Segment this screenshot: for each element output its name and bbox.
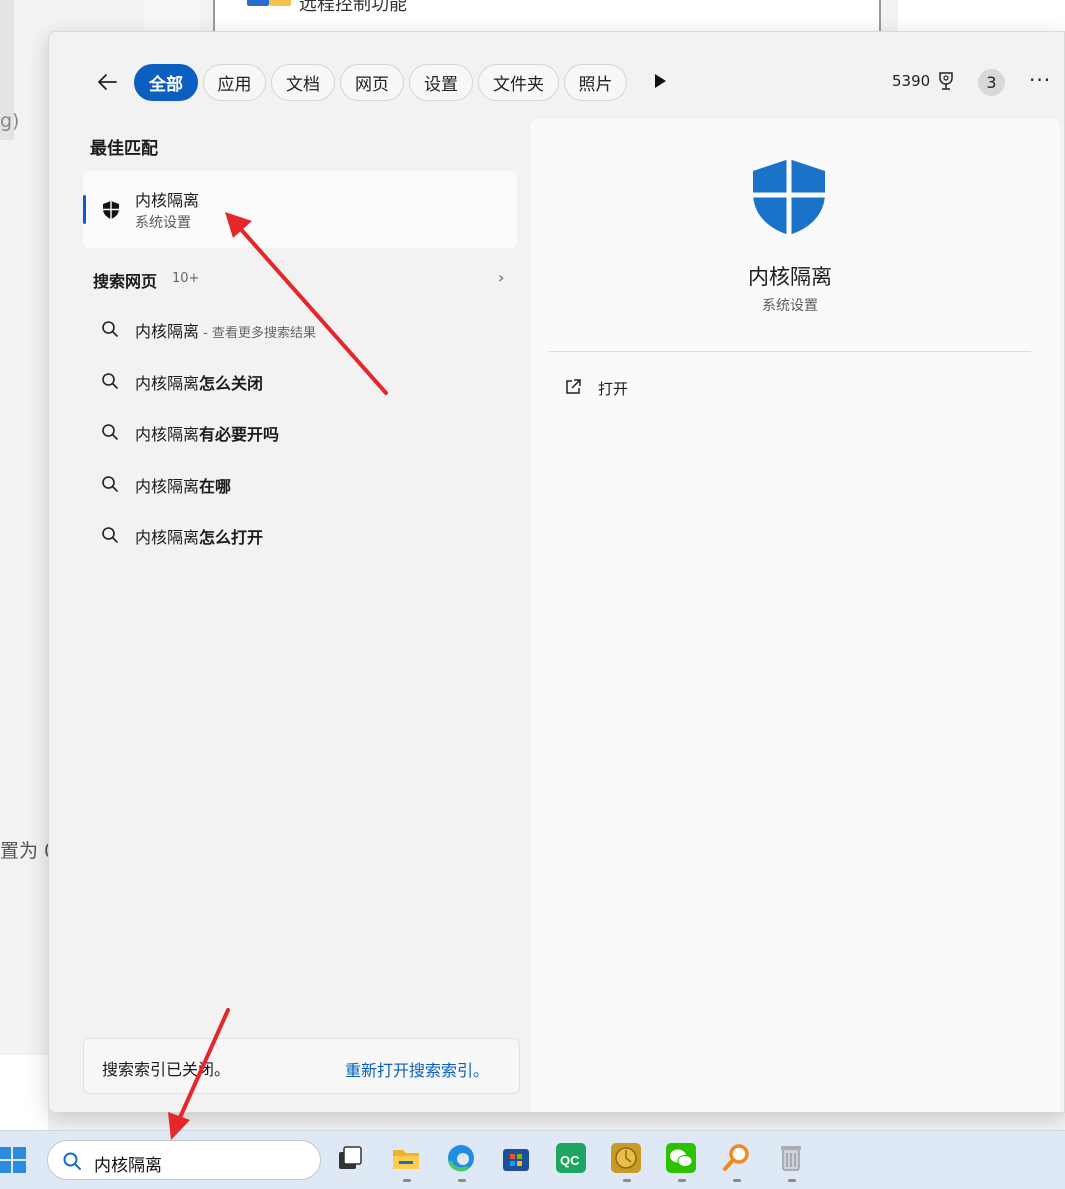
web-search-heading: 搜索网页 — [93, 272, 158, 291]
running-indicator — [458, 1179, 466, 1182]
search-icon — [102, 476, 118, 492]
best-match-item[interactable]: 内核隔离 系统设置 — [83, 171, 517, 248]
file-explorer-icon[interactable] — [391, 1143, 421, 1173]
background-fragment: g) — [0, 110, 20, 132]
background-window-right — [898, 0, 1065, 32]
search-index-notice: 搜索索引已关闭。 重新打开搜索索引。 — [83, 1038, 520, 1094]
background-window-bottom — [0, 1055, 48, 1130]
running-indicator — [788, 1179, 796, 1182]
preview-subtitle: 系统设置 — [762, 298, 818, 314]
preview-title: 内核隔离 — [748, 265, 832, 289]
search-tool-icon[interactable] — [721, 1143, 751, 1173]
background-window-left — [0, 0, 48, 1130]
windows-start-icon[interactable] — [0, 1145, 30, 1175]
running-indicator — [623, 1179, 631, 1182]
web-suggestion[interactable]: 内核隔离有必要开吗 — [101, 418, 521, 448]
windows-security-shield-icon — [753, 159, 825, 235]
running-indicator — [678, 1179, 686, 1182]
web-suggestion[interactable]: 内核隔离怎么关闭 — [101, 367, 521, 397]
divider — [549, 351, 1031, 352]
chevron-right-icon[interactable]: › — [498, 268, 504, 287]
search-icon — [102, 527, 118, 543]
gold-app-icon[interactable] — [611, 1143, 641, 1173]
best-match-name: 内核隔离 — [135, 191, 200, 210]
web-result-count: 10+ — [172, 271, 200, 286]
qc-app-icon[interactable]: QC — [556, 1143, 586, 1173]
results-column: 最佳匹配 内核隔离 系统设置 搜索网页 10+ › 内核隔离 - 查看更多搜索结… — [49, 32, 529, 1112]
web-suggestion[interactable]: 内核隔离怎么打开 — [101, 521, 521, 551]
running-indicator — [403, 1179, 411, 1182]
open-action[interactable]: 打开 — [598, 378, 628, 399]
rewards-points[interactable]: 5390 — [892, 72, 930, 90]
more-options-icon[interactable]: ··· — [1029, 68, 1051, 92]
selection-indicator — [83, 195, 86, 224]
taskbar-search-box[interactable]: 内核隔离 — [47, 1140, 321, 1180]
background-card: 远程控制功能 — [213, 0, 881, 32]
microsoft-store-icon[interactable] — [501, 1143, 531, 1173]
task-view-icon[interactable] — [336, 1143, 366, 1173]
background-window-top — [145, 0, 200, 32]
edge-browser-icon[interactable] — [446, 1143, 476, 1173]
preview-pane: 内核隔离 系统设置 打开 — [530, 119, 1060, 1112]
best-match-subtitle: 系统设置 — [135, 215, 191, 231]
search-icon — [102, 424, 118, 440]
running-indicator — [733, 1179, 741, 1182]
recycle-tool-icon[interactable] — [776, 1143, 806, 1173]
index-status-text: 搜索索引已关闭。 — [102, 1060, 231, 1079]
search-icon — [102, 321, 118, 337]
wechat-icon[interactable] — [666, 1143, 696, 1173]
web-suggestion[interactable]: 内核隔离在哪 — [101, 470, 521, 500]
search-icon — [102, 373, 118, 389]
search-icon — [63, 1152, 81, 1170]
shield-icon — [103, 201, 119, 219]
search-panel: 全部 应用 文档 网页 设置 文件夹 照片 5390 3 ··· 最佳匹配 内核… — [48, 31, 1065, 1113]
account-badge[interactable]: 3 — [978, 69, 1005, 96]
tab-photos[interactable]: 照片 — [564, 64, 627, 101]
open-external-icon[interactable] — [564, 378, 582, 396]
taskbar-search-value[interactable]: 内核隔离 — [94, 1151, 162, 1176]
more-tabs-play-icon[interactable] — [655, 74, 666, 88]
trophy-icon[interactable] — [935, 70, 957, 92]
web-suggestion[interactable]: 内核隔离 - 查看更多搜索结果 — [101, 315, 521, 345]
svg-text:QC: QC — [560, 1153, 580, 1168]
best-match-heading: 最佳匹配 — [90, 139, 158, 159]
reopen-index-link[interactable]: 重新打开搜索索引。 — [345, 1057, 489, 1081]
taskbar: 内核隔离 QC — [0, 1130, 1065, 1189]
